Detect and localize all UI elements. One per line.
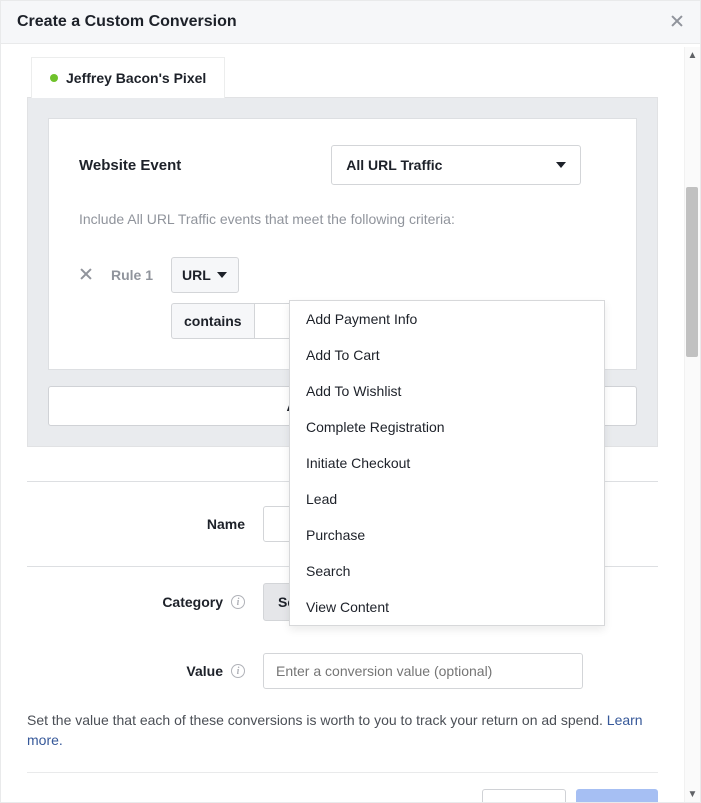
create-button[interactable]: Create [576, 789, 658, 802]
value-input[interactable] [263, 653, 583, 689]
value-help-text: Set the value that each of these convers… [27, 711, 658, 750]
criteria-text: Include All URL Traffic events that meet… [79, 211, 606, 227]
category-label: Category [162, 594, 223, 610]
category-option[interactable]: Add To Cart [290, 337, 604, 373]
chevron-down-icon [217, 272, 227, 278]
cancel-button[interactable]: Cancel [482, 789, 566, 802]
scrollbar-track[interactable]: ▲ ▼ [684, 47, 700, 802]
category-option[interactable]: Initiate Checkout [290, 445, 604, 481]
category-dropdown-menu: Add Payment InfoAdd To CartAdd To Wishli… [289, 300, 605, 626]
scroll-down-icon[interactable]: ▼ [685, 786, 700, 802]
value-help-sentence: Set the value that each of these convers… [27, 712, 603, 728]
rule-operator-select[interactable]: contains [171, 303, 254, 339]
pixel-name: Jeffrey Bacon's Pixel [66, 70, 206, 86]
rule-field-select[interactable]: URL [171, 257, 239, 293]
info-icon[interactable]: i [231, 595, 245, 609]
status-dot-icon [50, 74, 58, 82]
custom-conversion-dialog: Create a Custom Conversion Jeffrey Bacon… [0, 0, 701, 803]
rule-field-value: URL [182, 267, 211, 283]
website-event-value: All URL Traffic [346, 157, 442, 173]
dialog-footer: Cancel Create [27, 772, 658, 802]
pixel-tab[interactable]: Jeffrey Bacon's Pixel [31, 57, 225, 98]
value-label: Value [186, 663, 223, 679]
category-option[interactable]: View Content [290, 589, 604, 625]
category-option[interactable]: Add To Wishlist [290, 373, 604, 409]
remove-rule-icon[interactable] [79, 267, 93, 286]
category-option[interactable]: Purchase [290, 517, 604, 553]
value-row: Value i [27, 637, 658, 705]
website-event-select[interactable]: All URL Traffic [331, 145, 581, 185]
close-icon[interactable] [670, 13, 684, 31]
scrollbar-thumb[interactable] [686, 187, 698, 357]
website-event-label: Website Event [79, 157, 181, 174]
name-label: Name [207, 516, 245, 532]
dialog-title: Create a Custom Conversion [17, 13, 237, 31]
scroll-up-icon[interactable]: ▲ [685, 47, 700, 63]
rule-label: Rule 1 [111, 267, 153, 283]
category-option[interactable]: Lead [290, 481, 604, 517]
category-option[interactable]: Complete Registration [290, 409, 604, 445]
dialog-body: Jeffrey Bacon's Pixel Website Event All … [1, 47, 700, 802]
chevron-down-icon [556, 162, 566, 168]
dialog-header: Create a Custom Conversion [1, 1, 700, 44]
info-icon[interactable]: i [231, 664, 245, 678]
category-option[interactable]: Search [290, 553, 604, 589]
website-event-row: Website Event All URL Traffic [79, 145, 606, 185]
category-option[interactable]: Add Payment Info [290, 301, 604, 337]
rule-operator-value: contains [184, 313, 242, 329]
